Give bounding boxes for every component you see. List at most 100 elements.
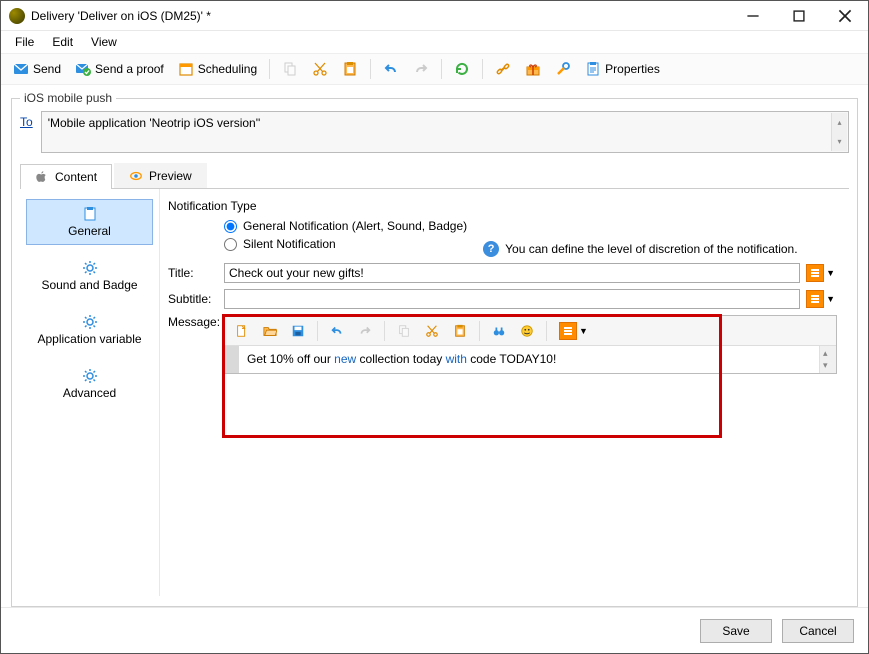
undo-icon — [330, 324, 344, 338]
msg-find-button[interactable] — [486, 321, 512, 341]
save-button[interactable]: Save — [700, 619, 772, 643]
title-bar: Delivery 'Deliver on iOS (DM25)' * — [1, 1, 868, 31]
clipboard-list-icon — [585, 61, 601, 77]
dialog-footer: Save Cancel — [1, 607, 868, 653]
radio-silent[interactable] — [224, 238, 237, 251]
folder-open-icon — [263, 324, 277, 338]
scheduling-button[interactable]: Scheduling — [172, 58, 263, 80]
msg-personalize-dropdown[interactable]: ▼ — [553, 319, 596, 343]
gear-icon — [82, 314, 98, 330]
app-icon — [9, 8, 25, 24]
clipboard-icon — [82, 206, 98, 222]
title-personalize-dropdown[interactable]: ▼ — [806, 264, 837, 282]
editor-gutter — [225, 346, 239, 373]
msg-save-button[interactable] — [285, 321, 311, 341]
nav-sound-badge[interactable]: Sound and Badge — [26, 253, 153, 299]
title-input[interactable] — [224, 263, 800, 283]
calendar-icon — [178, 61, 194, 77]
message-toolbar: ▼ — [225, 316, 836, 346]
tab-content[interactable]: Content — [20, 164, 112, 189]
window-title: Delivery 'Deliver on iOS (DM25)' * — [31, 9, 730, 23]
menu-edit[interactable]: Edit — [44, 33, 81, 51]
close-button[interactable] — [822, 1, 868, 31]
undo-icon — [383, 61, 399, 77]
to-scroll[interactable]: ▴▾ — [831, 113, 847, 151]
maximize-button[interactable] — [776, 1, 822, 31]
msg-paste-button[interactable] — [447, 321, 473, 341]
floppy-icon — [291, 324, 305, 338]
menu-bar: File Edit View — [1, 31, 868, 53]
scissors-icon — [312, 61, 328, 77]
gear-icon — [82, 368, 98, 384]
nav-app-variable[interactable]: Application variable — [26, 307, 153, 353]
msg-emoji-button[interactable] — [514, 321, 540, 341]
paste-button[interactable] — [336, 58, 364, 80]
cut-button[interactable] — [306, 58, 334, 80]
nav-advanced[interactable]: Advanced — [26, 361, 153, 407]
send-proof-label: Send a proof — [95, 62, 164, 76]
copy-button[interactable] — [276, 58, 304, 80]
info-icon: ? — [483, 241, 499, 257]
redo-icon — [358, 324, 372, 338]
gift-button[interactable] — [519, 58, 547, 80]
eye-icon — [129, 169, 143, 183]
msg-open-button[interactable] — [257, 321, 283, 341]
smiley-icon — [520, 324, 534, 338]
refresh-icon — [454, 61, 470, 77]
message-label: Message: — [168, 315, 218, 329]
link-button[interactable] — [489, 58, 517, 80]
redo-icon — [413, 61, 429, 77]
cancel-button[interactable]: Cancel — [782, 619, 854, 643]
apple-icon — [35, 170, 49, 184]
ios-push-group: iOS mobile push To 'Mobile application '… — [11, 91, 858, 607]
send-label: Send — [33, 62, 61, 76]
hint-text: You can define the level of discretion o… — [505, 242, 797, 256]
message-editor[interactable]: Get 10% off our new collection today wit… — [239, 346, 819, 373]
editor-scrollbar[interactable] — [819, 346, 836, 373]
undo-button[interactable] — [377, 58, 405, 80]
tab-preview[interactable]: Preview — [114, 163, 207, 188]
msg-redo-button[interactable] — [352, 321, 378, 341]
scheduling-label: Scheduling — [198, 62, 257, 76]
tab-strip: Content Preview — [20, 163, 849, 189]
subtitle-personalize-dropdown[interactable]: ▼ — [806, 290, 837, 308]
main-toolbar: Send Send a proof Scheduling Properties — [1, 53, 868, 85]
document-icon — [235, 324, 249, 338]
side-nav: General Sound and Badge Application vari… — [20, 189, 160, 596]
subtitle-label: Subtitle: — [168, 292, 218, 306]
notification-type-label: Notification Type — [168, 199, 837, 213]
send-proof-button[interactable]: Send a proof — [69, 58, 170, 80]
msg-cut-button[interactable] — [419, 321, 445, 341]
clipboard-icon — [342, 61, 358, 77]
subtitle-input[interactable] — [224, 289, 800, 309]
refresh-button[interactable] — [448, 58, 476, 80]
envelope-icon — [13, 61, 29, 77]
gear-icon — [82, 260, 98, 276]
title-label: Title: — [168, 266, 218, 280]
envelope-check-icon — [75, 61, 91, 77]
group-legend: iOS mobile push — [20, 91, 116, 105]
menu-view[interactable]: View — [83, 33, 125, 51]
binoculars-icon — [492, 324, 506, 338]
menu-file[interactable]: File — [7, 33, 42, 51]
msg-undo-button[interactable] — [324, 321, 350, 341]
properties-label: Properties — [605, 62, 660, 76]
nav-general[interactable]: General — [26, 199, 153, 245]
to-link[interactable]: To — [20, 111, 33, 129]
link-icon — [495, 61, 511, 77]
msg-copy-button[interactable] — [391, 321, 417, 341]
properties-button[interactable]: Properties — [579, 58, 666, 80]
radio-general[interactable] — [224, 220, 237, 233]
clipboard-icon — [453, 324, 467, 338]
wrench-icon — [555, 61, 571, 77]
radio-general-label: General Notification (Alert, Sound, Badg… — [243, 219, 467, 233]
radio-silent-label: Silent Notification — [243, 237, 336, 251]
send-button[interactable]: Send — [7, 58, 67, 80]
to-field[interactable]: 'Mobile application 'Neotrip iOS version… — [41, 111, 849, 153]
copy-icon — [397, 324, 411, 338]
tool-button[interactable] — [549, 58, 577, 80]
copy-icon — [282, 61, 298, 77]
redo-button[interactable] — [407, 58, 435, 80]
minimize-button[interactable] — [730, 1, 776, 31]
msg-new-button[interactable] — [229, 321, 255, 341]
